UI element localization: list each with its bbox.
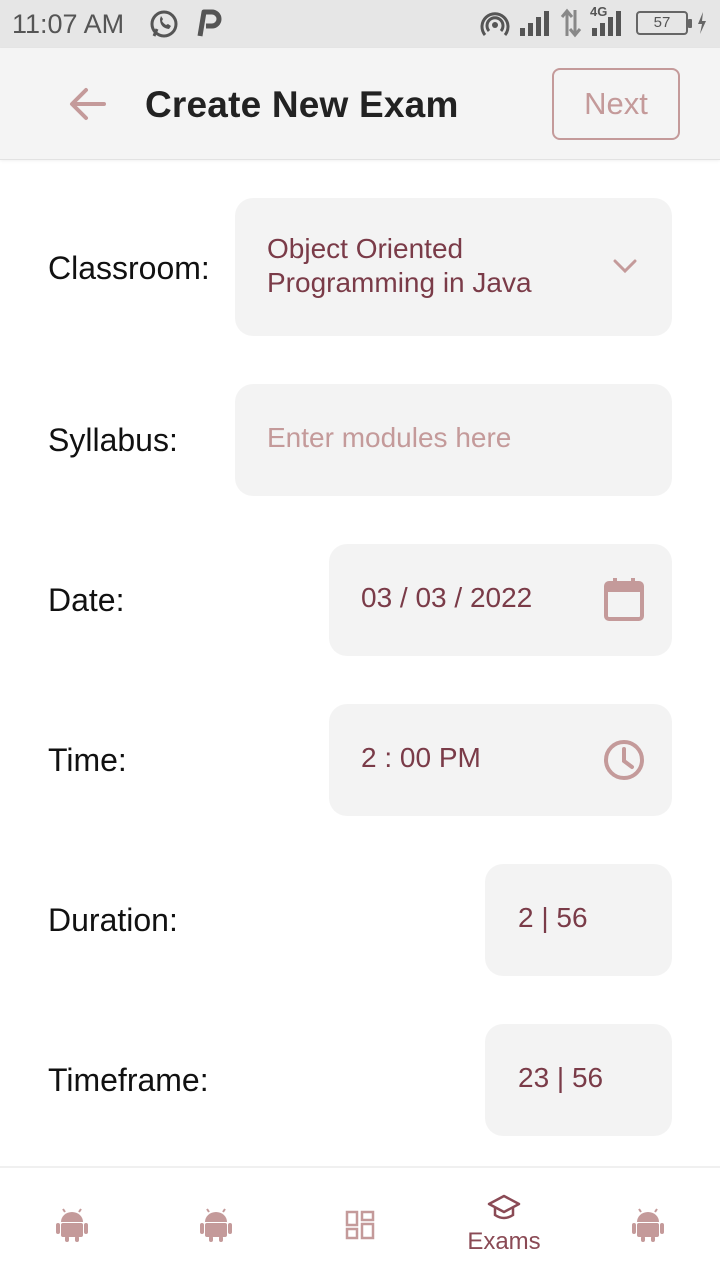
timeframe-value: 23 | 56 xyxy=(518,1062,604,1093)
classroom-dropdown[interactable]: Object Oriented Programming in Java xyxy=(235,198,672,336)
battery-level: 57 xyxy=(653,14,671,31)
time-value: 2 : 00 PM xyxy=(361,742,481,773)
duration-label: Duration: xyxy=(48,902,178,938)
classroom-label: Classroom: xyxy=(48,250,210,286)
classroom-value-line1: Object Oriented xyxy=(267,233,464,264)
status-notification-icons xyxy=(148,8,222,40)
status-time: 11:07 AM xyxy=(12,9,125,39)
syllabus-input[interactable]: Enter modules here xyxy=(235,384,672,496)
charging-icon xyxy=(698,12,706,34)
nav-item-dashboard[interactable] xyxy=(288,1168,432,1282)
nav-item-1[interactable] xyxy=(0,1168,144,1282)
time-label: Time: xyxy=(48,742,127,778)
dashboard-icon xyxy=(345,1210,375,1240)
duration-value: 2 | 56 xyxy=(518,902,588,933)
nav-item-exams[interactable]: Exams xyxy=(432,1168,576,1282)
app-bar: Create New Exam Next xyxy=(0,48,720,160)
timeframe-label: Timeframe: xyxy=(48,1062,209,1098)
back-button[interactable] xyxy=(64,82,112,126)
syllabus-placeholder: Enter modules here xyxy=(267,422,512,453)
clock-icon[interactable] xyxy=(603,739,645,781)
page-title: Create New Exam xyxy=(145,84,459,125)
p-app-icon xyxy=(197,9,222,37)
signal-4g-icon xyxy=(592,11,621,36)
bottom-navigation: Exams xyxy=(0,1166,720,1280)
signal-4g: 4G xyxy=(590,4,628,38)
date-value: 03 / 03 / 2022 xyxy=(361,582,533,613)
timeframe-picker[interactable]: 23 | 56 xyxy=(485,1024,672,1136)
android-icon xyxy=(200,1208,232,1242)
chevron-down-icon xyxy=(613,259,637,274)
arrow-back-icon xyxy=(70,88,106,120)
calendar-icon[interactable] xyxy=(603,578,645,622)
nav-item-5[interactable] xyxy=(576,1168,720,1282)
status-bar: 11:07 AM 4G 57 xyxy=(0,0,720,48)
nav-item-exams-label: Exams xyxy=(467,1228,541,1255)
school-icon xyxy=(487,1194,521,1220)
data-transfer-icon xyxy=(560,8,582,38)
status-system-icons: 4G 57 xyxy=(480,4,708,38)
next-button[interactable]: Next xyxy=(552,68,680,140)
classroom-value-line2: Programming in Java xyxy=(267,267,532,298)
signal-icon xyxy=(520,11,549,36)
time-picker[interactable]: 2 : 00 PM xyxy=(329,704,672,816)
date-label: Date: xyxy=(48,582,125,618)
android-icon xyxy=(56,1208,88,1242)
android-icon xyxy=(632,1208,664,1242)
battery-indicator: 57 xyxy=(636,11,692,35)
hotspot-icon xyxy=(480,12,510,36)
nav-item-2[interactable] xyxy=(144,1168,288,1282)
date-picker[interactable]: 03 / 03 / 2022 xyxy=(329,544,672,656)
syllabus-label: Syllabus: xyxy=(48,422,178,458)
whatsapp-icon xyxy=(150,10,178,38)
duration-picker[interactable]: 2 | 56 xyxy=(485,864,672,976)
